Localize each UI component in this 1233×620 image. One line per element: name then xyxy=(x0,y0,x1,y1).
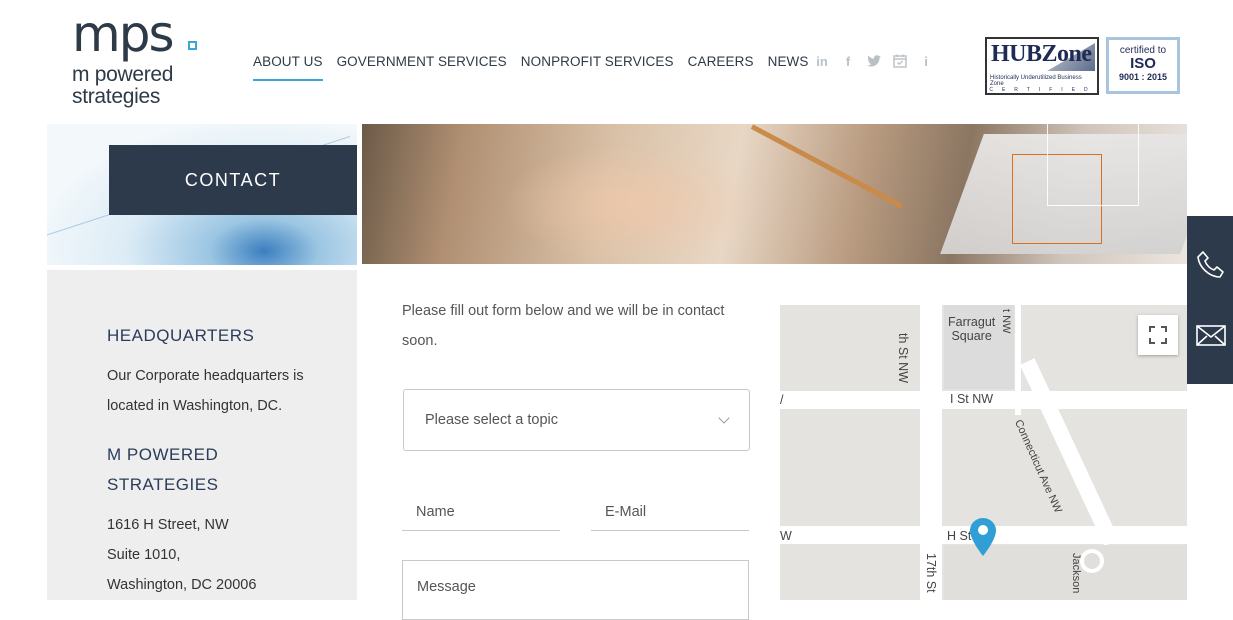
address-line-2: Suite 1010, xyxy=(107,547,181,563)
map-fullscreen-button[interactable] xyxy=(1138,315,1178,355)
page-title: CONTACT xyxy=(109,145,357,215)
linkedin-icon[interactable]: in xyxy=(814,53,830,69)
form-intro: Please fill out form below and we will b… xyxy=(402,303,725,349)
main-nav: ABOUT US GOVERNMENT SERVICES NONPROFIT S… xyxy=(253,54,809,81)
iso-line-2: ISO xyxy=(1130,55,1156,72)
site-header: mps m powered strategies ABOUT US GOVERN… xyxy=(0,0,1233,124)
address-line-1: 1616 H Street, NW xyxy=(107,517,229,533)
address-line-3: Washington, DC 20006 xyxy=(107,577,257,593)
company-title: M POWERED STRATEGIES xyxy=(107,445,219,494)
nav-government-services[interactable]: GOVERNMENT SERVICES xyxy=(337,54,507,81)
info-icon[interactable]: i xyxy=(918,53,934,69)
iso-badge: certified to ISO 9001 : 2015 xyxy=(1106,37,1180,94)
nav-news[interactable]: NEWS xyxy=(768,54,809,81)
iso-line-3: 9001 : 2015 xyxy=(1118,72,1168,82)
side-contact-tab xyxy=(1187,216,1233,384)
email-icon[interactable] xyxy=(1195,319,1227,351)
chevron-down-icon xyxy=(718,412,730,424)
headquarters-title: HEADQUARTERS xyxy=(107,326,255,345)
logo-line-2: strategies xyxy=(72,85,161,108)
nav-about-us[interactable]: ABOUT US xyxy=(253,54,323,81)
map-label-i-st: I St NW xyxy=(950,392,994,406)
email-field[interactable]: E-Mail xyxy=(591,494,749,531)
logo-dot-icon xyxy=(188,41,197,50)
hero-hand-shape xyxy=(502,144,762,264)
calendar-icon[interactable] xyxy=(892,53,908,69)
fullscreen-icon xyxy=(1149,326,1167,344)
twitter-icon[interactable] xyxy=(866,53,882,69)
address: 1616 H Street, NW Suite 1010, Washington… xyxy=(107,510,256,600)
map-label-t-nw: t NW xyxy=(1000,309,1012,334)
hubzone-title: HUBZone xyxy=(991,41,1092,67)
phone-icon[interactable] xyxy=(1195,249,1227,281)
map-label-th-st: th St NW xyxy=(896,333,910,384)
hero-white-frame xyxy=(1047,124,1139,206)
social-links: in f i xyxy=(814,53,934,69)
hero-right-image xyxy=(362,124,1187,264)
logo-mark: mps xyxy=(72,5,174,63)
map-label-jackson: Jackson xyxy=(1070,553,1082,594)
nav-careers[interactable]: CAREERS xyxy=(688,54,754,81)
facebook-icon[interactable]: f xyxy=(840,53,856,69)
map-circle-icon xyxy=(1080,549,1104,573)
map-label-farragut-text: Farragut Square xyxy=(948,315,996,343)
hubzone-certified: CERTIFIED xyxy=(989,87,1097,93)
map-label-w: W xyxy=(780,529,792,543)
message-field[interactable]: Message xyxy=(402,560,749,620)
logo-line-1: m powered xyxy=(72,63,174,86)
hubzone-badge: HUBZone Historically Underutilized Busin… xyxy=(985,37,1099,95)
map-label-farragut: Farragut Square xyxy=(948,315,995,343)
map-label-slash: / xyxy=(780,393,784,407)
hero-pencil-shape xyxy=(750,124,904,209)
headquarters-text: Our Corporate headquarters is located in… xyxy=(107,368,304,414)
map-label-17th: 17th St xyxy=(924,553,938,593)
contact-sidebar: HEADQUARTERS Our Corporate headquarters … xyxy=(47,270,357,600)
hubzone-subtitle: Historically Underutilized Business Zone xyxy=(990,75,1082,87)
topic-select[interactable]: Please select a topic xyxy=(403,389,750,451)
map-pin-icon[interactable] xyxy=(969,517,997,557)
mps-logo[interactable]: mps m powered strategies xyxy=(72,6,202,110)
name-field[interactable]: Name xyxy=(402,494,560,531)
nav-nonprofit-services[interactable]: NONPROFIT SERVICES xyxy=(521,54,674,81)
topic-select-placeholder: Please select a topic xyxy=(425,412,558,428)
